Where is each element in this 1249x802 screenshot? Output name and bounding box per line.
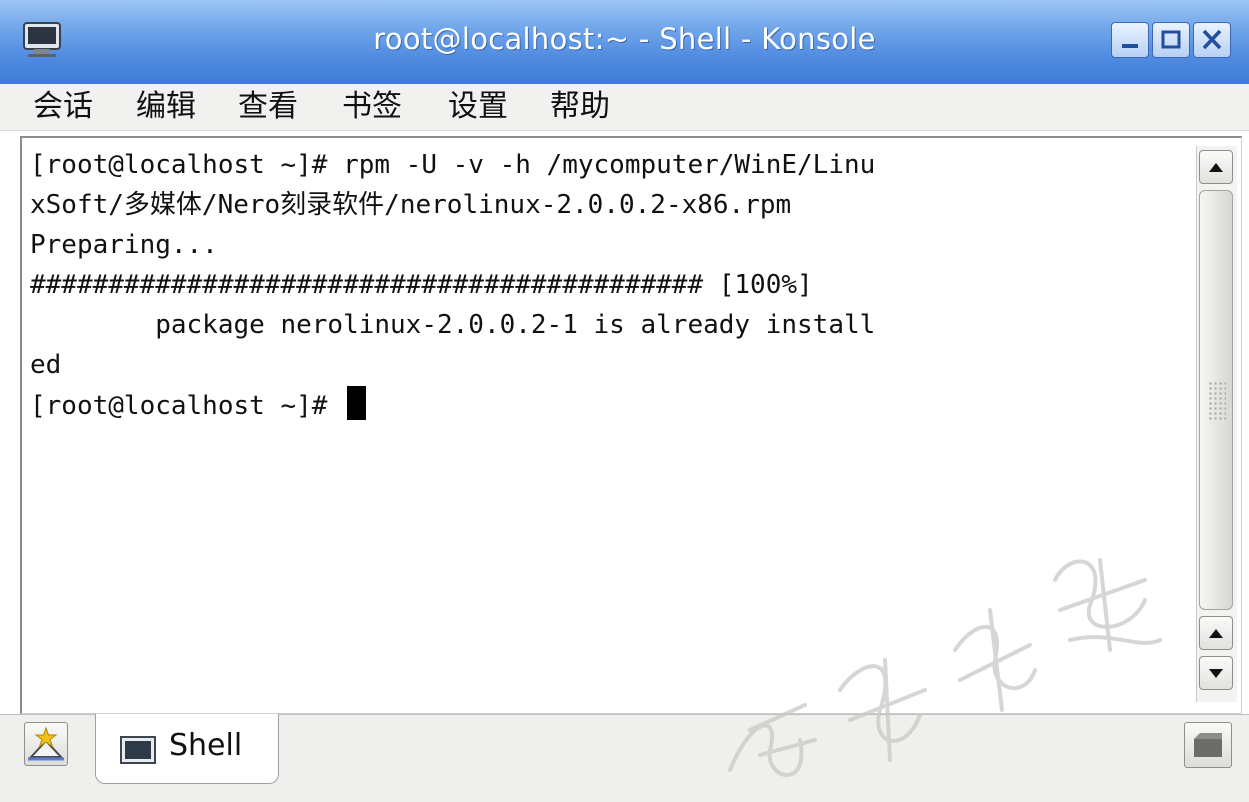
menu-help[interactable]: 帮助	[550, 84, 610, 130]
scroll-down-button[interactable]	[1199, 656, 1233, 690]
menu-edit[interactable]: 编辑	[136, 84, 196, 130]
menu-bar: 会话 编辑 查看 书签 设置 帮助	[0, 84, 1249, 131]
menu-view[interactable]: 查看	[238, 84, 298, 130]
scroll-up-button[interactable]	[1199, 150, 1233, 184]
title-bar[interactable]: root@localhost:~ - Shell - Konsole	[0, 0, 1249, 85]
close-session-button[interactable]	[1184, 722, 1232, 768]
minimize-button[interactable]	[1111, 22, 1149, 58]
minimize-icon	[1122, 44, 1138, 48]
terminal-line: xSoft/多媒体/Nero刻录软件/nerolinux-2.0.0.2-x86…	[30, 190, 792, 220]
window-title: root@localhost:~ - Shell - Konsole	[373, 22, 876, 56]
arrow-up-icon	[1209, 629, 1223, 638]
arrow-up-icon	[1209, 163, 1223, 172]
new-session-icon	[28, 726, 64, 761]
new-session-button[interactable]	[24, 722, 68, 766]
menu-settings[interactable]: 设置	[448, 84, 508, 130]
menu-bookmarks[interactable]: 书签	[342, 84, 402, 130]
maximize-button[interactable]	[1152, 22, 1190, 58]
terminal-line: package nerolinux-2.0.0.2-1 is already i…	[30, 310, 876, 340]
prompt-text: [root@localhost ~]#	[30, 391, 344, 421]
close-session-icon	[1194, 733, 1222, 757]
scrollbar-thumb[interactable]	[1199, 190, 1233, 610]
terminal-line: ed	[30, 350, 62, 380]
menu-session[interactable]: 会话	[33, 84, 93, 130]
arrow-down-icon	[1209, 669, 1223, 678]
close-icon	[1202, 29, 1222, 50]
terminal-line: ########################################…	[30, 270, 813, 300]
close-button[interactable]	[1193, 22, 1231, 58]
tab-label: Shell	[169, 728, 243, 763]
scrollbar-grip	[1208, 381, 1226, 421]
terminal-line: Preparing...	[30, 230, 218, 260]
tab-shell[interactable]: Shell	[95, 714, 279, 784]
text-cursor	[347, 386, 367, 420]
terminal-line: [root@localhost ~]# rpm -U -v -h /mycomp…	[30, 150, 876, 180]
terminal-output[interactable]: [root@localhost ~]# rpm -U -v -h /mycomp…	[30, 146, 1188, 706]
terminal-prompt-line[interactable]: [root@localhost ~]#	[30, 386, 367, 424]
vertical-scrollbar[interactable]	[1196, 146, 1237, 702]
scroll-up-button-lower[interactable]	[1199, 616, 1233, 650]
maximize-icon	[1161, 30, 1181, 49]
terminal-icon	[120, 736, 156, 764]
